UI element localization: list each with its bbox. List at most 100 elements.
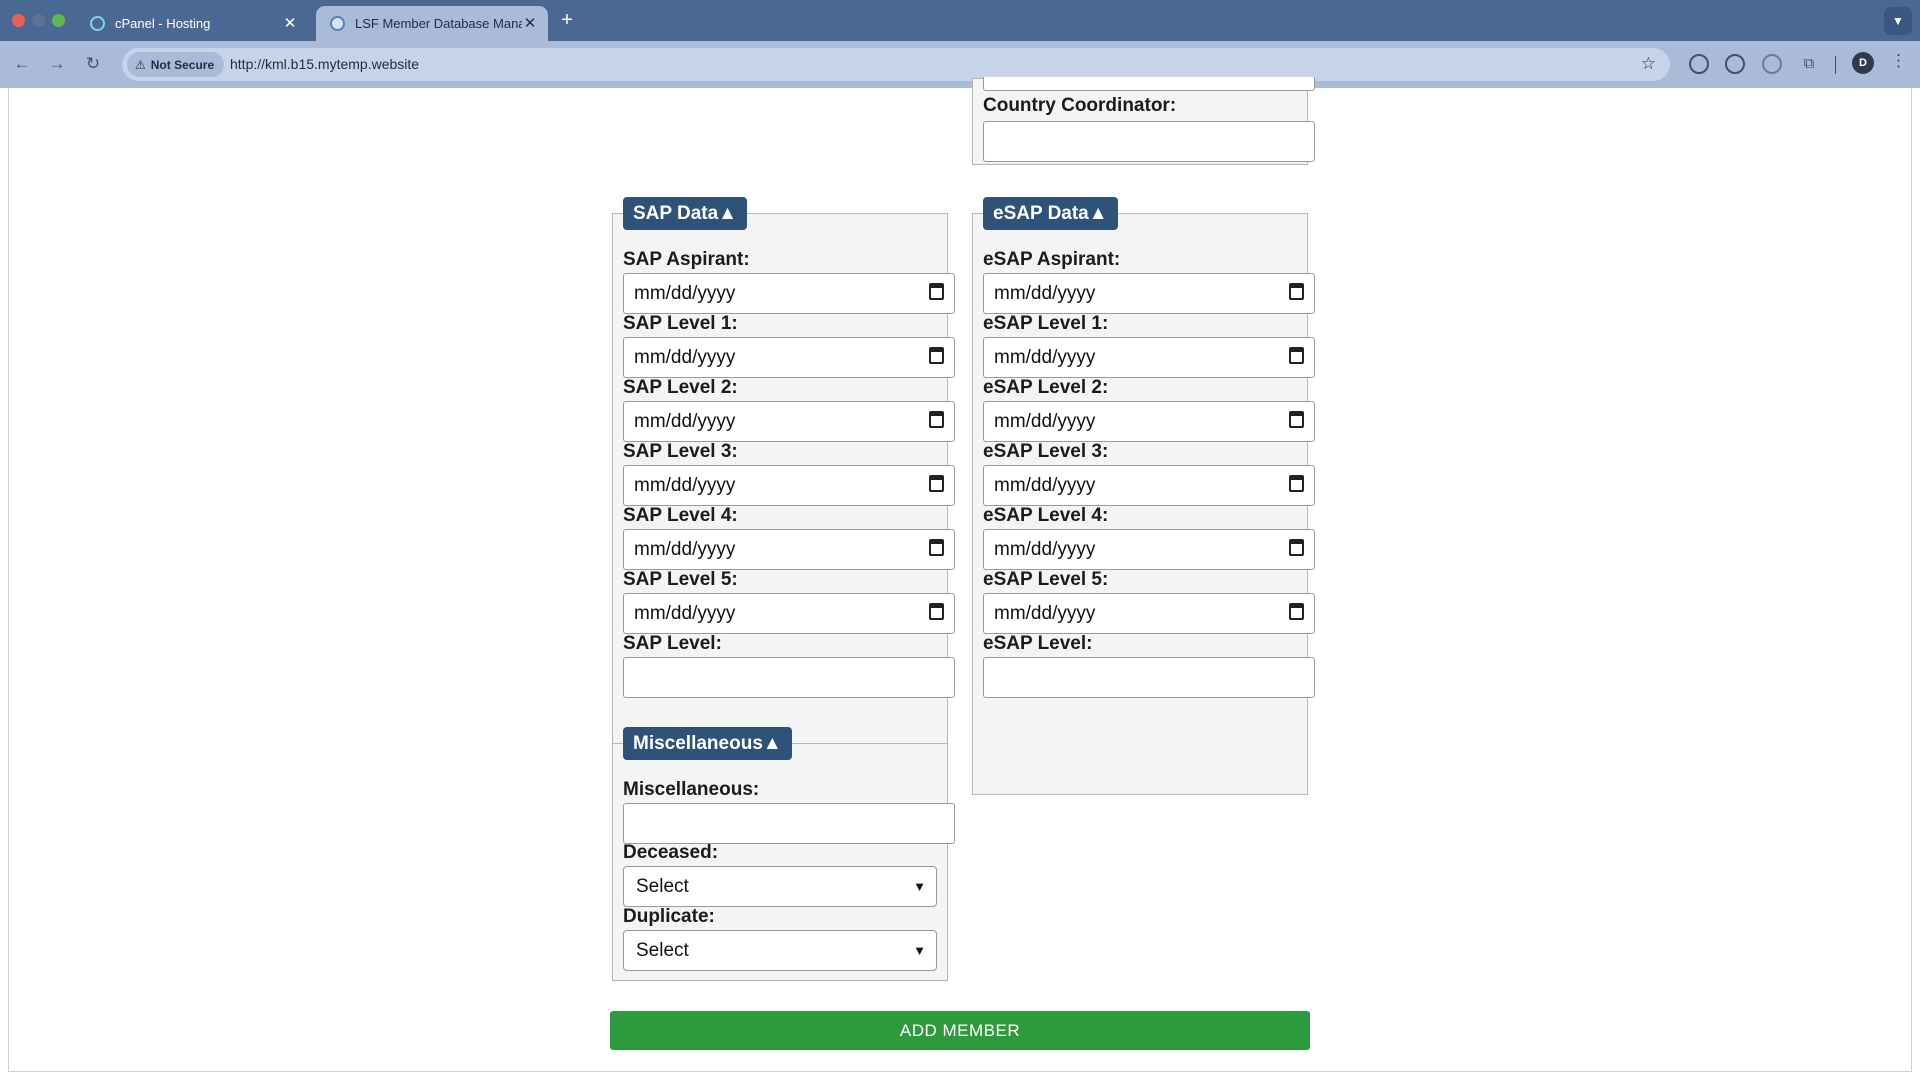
sap-data-section: SAP Data▲ SAP Aspirant: mm/dd/yyyy SAP L… (612, 197, 955, 795)
extensions-puzzle-icon[interactable]: ⧉ (1797, 52, 1821, 76)
sap-level-4-date-input[interactable]: mm/dd/yyyy (623, 529, 955, 570)
tab-lsf-member-database[interactable]: LSF Member Database Manag ✕ (316, 6, 548, 41)
previous-field-input[interactable] (983, 77, 1315, 91)
chevron-down-icon: ▼ (913, 943, 926, 958)
tab-title: LSF Member Database Manag (355, 16, 522, 31)
duplicate-selected-value: Select (636, 940, 689, 961)
esap-data-section: eSAP Data▲ eSAP Aspirant: mm/dd/yyyy eSA… (972, 197, 1315, 795)
browser-menu-icon[interactable]: ⋮ (1890, 51, 1907, 71)
page-container (8, 88, 1912, 1072)
esap-aspirant-date-input[interactable]: mm/dd/yyyy (983, 273, 1315, 314)
date-placeholder: mm/dd/yyyy (634, 475, 736, 496)
forward-arrow-icon[interactable]: → (45, 52, 69, 76)
calendar-icon[interactable] (929, 603, 944, 620)
new-tab-button[interactable]: + (556, 9, 578, 31)
esap-level-5-label: eSAP Level 5: (983, 569, 1109, 590)
sap-aspirant-label: SAP Aspirant: (623, 249, 750, 270)
window-close-button[interactable] (12, 14, 25, 27)
close-tab-icon[interactable]: ✕ (522, 15, 538, 32)
date-placeholder: mm/dd/yyyy (994, 603, 1096, 624)
deceased-label: Deceased: (623, 842, 719, 863)
calendar-icon[interactable] (1289, 539, 1304, 556)
sap-level-3-label: SAP Level 3: (623, 441, 738, 462)
calendar-icon[interactable] (1289, 347, 1304, 364)
sap-level-1-date-input[interactable]: mm/dd/yyyy (623, 337, 955, 378)
esap-level-2-date-input[interactable]: mm/dd/yyyy (983, 401, 1315, 442)
warning-triangle-icon: ⚠ (135, 57, 146, 72)
esap-level-2-label: eSAP Level 2: (983, 377, 1109, 398)
date-placeholder: mm/dd/yyyy (634, 411, 736, 432)
date-placeholder: mm/dd/yyyy (994, 539, 1096, 560)
sap-level-4-label: SAP Level 4: (623, 505, 738, 526)
date-placeholder: mm/dd/yyyy (634, 603, 736, 624)
sap-level-input[interactable] (623, 657, 955, 698)
esap-level-3-label: eSAP Level 3: (983, 441, 1109, 462)
deceased-select[interactable]: Select ▼ (623, 866, 937, 907)
esap-level-4-date-input[interactable]: mm/dd/yyyy (983, 529, 1315, 570)
date-placeholder: mm/dd/yyyy (994, 347, 1096, 368)
duplicate-select[interactable]: Select ▼ (623, 930, 937, 971)
calendar-icon[interactable] (1289, 283, 1304, 300)
esap-level-label: eSAP Level: (983, 633, 1093, 654)
date-placeholder: mm/dd/yyyy (994, 283, 1096, 304)
date-placeholder: mm/dd/yyyy (994, 411, 1096, 432)
sap-level-3-date-input[interactable]: mm/dd/yyyy (623, 465, 955, 506)
sap-level-2-label: SAP Level 2: (623, 377, 738, 398)
country-coordinator-input[interactable] (983, 121, 1315, 162)
sap-level-2-date-input[interactable]: mm/dd/yyyy (623, 401, 955, 442)
tab-title: cPanel - Hosting (115, 16, 211, 31)
sap-aspirant-date-input[interactable]: mm/dd/yyyy (623, 273, 955, 314)
esap-aspirant-label: eSAP Aspirant: (983, 249, 1121, 270)
extension-gear-icon[interactable] (1689, 54, 1709, 74)
sap-level-label: SAP Level: (623, 633, 722, 654)
date-placeholder: mm/dd/yyyy (634, 539, 736, 560)
tab-search-chevron-icon[interactable]: ▼ (1884, 7, 1912, 35)
esap-level-1-date-input[interactable]: mm/dd/yyyy (983, 337, 1315, 378)
calendar-icon[interactable] (1289, 475, 1304, 492)
browser-toolbar: ← → ↻ ⚠ Not Secure http://kml.b15.mytemp… (0, 41, 1920, 88)
esap-level-5-date-input[interactable]: mm/dd/yyyy (983, 593, 1315, 634)
calendar-icon[interactable] (929, 539, 944, 556)
sap-data-toggle[interactable]: SAP Data▲ (623, 197, 747, 230)
window-zoom-button[interactable] (52, 14, 65, 27)
toolbar-divider (1835, 56, 1836, 74)
site-favicon-icon (330, 16, 345, 31)
date-placeholder: mm/dd/yyyy (634, 283, 736, 304)
esap-level-input[interactable] (983, 657, 1315, 698)
sap-level-1-label: SAP Level 1: (623, 313, 738, 334)
deceased-selected-value: Select (636, 876, 689, 897)
browser-tab-strip: cPanel - Hosting ✕ LSF Member Database M… (0, 0, 1920, 41)
address-bar[interactable]: ⚠ Not Secure http://kml.b15.mytemp.websi… (122, 48, 1670, 81)
tab-cpanel[interactable]: cPanel - Hosting ✕ (76, 6, 308, 41)
calendar-icon[interactable] (1289, 411, 1304, 428)
miscellaneous-section: Miscellaneous▲ Miscellaneous: Deceased: … (612, 727, 955, 981)
window-minimize-button[interactable] (32, 14, 45, 27)
page-viewport: Country Coordinator: SAP Data▲ SAP Aspir… (0, 77, 1920, 1080)
extension-circle-icon[interactable] (1762, 54, 1782, 74)
miscellaneous-input[interactable] (623, 803, 955, 844)
security-label: Not Secure (150, 57, 215, 72)
sap-level-5-label: SAP Level 5: (623, 569, 738, 590)
miscellaneous-toggle[interactable]: Miscellaneous▲ (623, 727, 792, 760)
add-member-button[interactable]: ADD MEMBER (610, 1011, 1310, 1050)
calendar-icon[interactable] (929, 347, 944, 364)
date-placeholder: mm/dd/yyyy (994, 475, 1096, 496)
back-arrow-icon[interactable]: ← (10, 52, 34, 76)
country-coordinator-label: Country Coordinator: (983, 95, 1177, 116)
sap-level-5-date-input[interactable]: mm/dd/yyyy (623, 593, 955, 634)
profile-avatar[interactable]: D (1852, 52, 1874, 74)
calendar-icon[interactable] (1289, 603, 1304, 620)
close-tab-icon[interactable]: ✕ (282, 15, 298, 32)
reload-icon[interactable]: ↻ (81, 52, 105, 76)
url-text[interactable]: http://kml.b15.mytemp.website (230, 56, 419, 72)
security-chip[interactable]: ⚠ Not Secure (127, 52, 225, 77)
bookmark-star-icon[interactable]: ☆ (1641, 54, 1656, 74)
calendar-icon[interactable] (929, 283, 944, 300)
extension-a-icon[interactable] (1725, 54, 1745, 74)
calendar-icon[interactable] (929, 475, 944, 492)
esap-level-3-date-input[interactable]: mm/dd/yyyy (983, 465, 1315, 506)
calendar-icon[interactable] (929, 411, 944, 428)
coordinator-section: Country Coordinator: (972, 77, 1315, 165)
esap-data-toggle[interactable]: eSAP Data▲ (983, 197, 1118, 230)
esap-level-1-label: eSAP Level 1: (983, 313, 1109, 334)
